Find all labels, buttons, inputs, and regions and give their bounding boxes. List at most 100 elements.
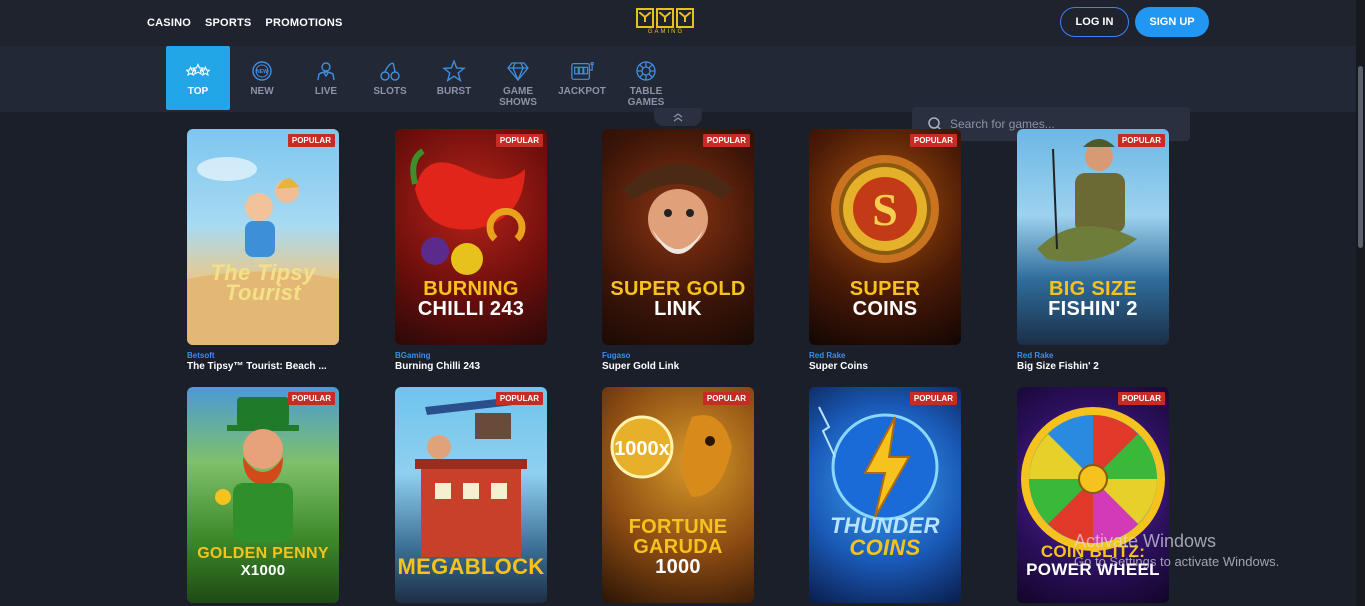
game-art-title: SUPER <box>849 278 921 300</box>
game-art-subtitle: COINS <box>849 535 921 560</box>
popular-badge: POPULAR <box>702 134 750 147</box>
watermark-title: Activate Windows <box>1074 531 1217 551</box>
game-art-title: SUPER GOLD <box>610 278 746 300</box>
game-thumbnail[interactable]: COIN BLITZ: POWER WHEEL POPULAR <box>1017 387 1169 603</box>
game-art-subtitle: X1000 <box>240 562 286 579</box>
signup-button[interactable]: SIGN UP <box>1135 7 1209 37</box>
game-card[interactable]: THUNDER COINS POPULAR <box>809 387 961 603</box>
category-game-shows[interactable]: GAME SHOWS <box>486 46 550 110</box>
game-card[interactable]: BIG SIZE FISHIN' 2 POPULAR Red Rake Big … <box>1017 129 1169 372</box>
category-burst[interactable]: BURST <box>422 46 486 110</box>
collapse-categories-button[interactable] <box>654 108 702 126</box>
category-top[interactable]: TOP <box>166 46 230 110</box>
logo-subtitle: GAMING <box>647 29 685 35</box>
popular-badge: POPULAR <box>287 392 335 405</box>
svg-text:S: S <box>872 184 898 235</box>
game-thumbnail[interactable]: S SUPER COINS POPULAR <box>809 129 961 345</box>
burst-star-icon <box>442 60 466 82</box>
game-card[interactable]: GOLDEN PENNY X1000 POPULAR <box>187 387 339 603</box>
game-card[interactable]: S SUPER COINS POPULAR Red Rake Super Coi… <box>809 129 961 372</box>
game-card[interactable]: The Tipsy Tourist POPULAR Betsoft The Ti… <box>187 129 339 372</box>
stars-icon <box>186 60 210 82</box>
svg-text:NEW: NEW <box>256 69 268 75</box>
logo-mark <box>636 8 696 28</box>
game-card[interactable]: SUPER GOLD LINK POPULAR Fugaso Super Gol… <box>602 129 754 372</box>
game-art-subtitle: LINK <box>654 298 702 320</box>
game-thumbnail[interactable]: BIG SIZE FISHIN' 2 POPULAR <box>1017 129 1169 345</box>
watermark-subtitle: Go to Settings to activate Windows. <box>1074 554 1280 569</box>
game-thumbnail[interactable]: GOLDEN PENNY X1000 POPULAR <box>187 387 339 603</box>
popular-badge: POPULAR <box>909 134 957 147</box>
game-art-title: GOLDEN PENNY <box>197 545 329 562</box>
game-art-subtitle: FISHIN' 2 <box>1048 298 1138 320</box>
dealer-icon <box>314 60 338 82</box>
thunder-coin-art <box>818 406 939 521</box>
nav-casino[interactable]: CASINO <box>147 17 191 29</box>
game-thumbnail[interactable]: MEGABLOCK POPULAR <box>395 387 547 603</box>
game-title: Super Gold Link <box>602 361 680 372</box>
game-card[interactable]: COIN BLITZ: POWER WHEEL POPULAR <box>1017 387 1169 603</box>
scrollbar-thumb[interactable] <box>1358 66 1363 248</box>
game-art-title: BIG SIZE <box>1049 278 1137 300</box>
game-card[interactable]: BURNING CHILLI 243 POPULAR BGaming Burni… <box>395 129 547 372</box>
game-thumbnail[interactable]: 1000x FORTUNE GARUDA 1000 POPULAR <box>602 387 754 603</box>
game-art-title: MEGABLOCK <box>397 554 545 579</box>
popular-badge: POPULAR <box>495 392 543 405</box>
game-art-title: BURNING <box>423 278 519 300</box>
nav-sports[interactable]: SPORTS <box>205 17 251 29</box>
popular-badge: POPULAR <box>287 134 335 147</box>
game-provider: BGaming <box>395 351 431 360</box>
category-label: BURST <box>436 86 472 97</box>
cherries-icon <box>378 60 402 82</box>
login-button[interactable]: LOG IN <box>1060 7 1129 37</box>
svg-text:1000x: 1000x <box>614 438 670 460</box>
game-art-subtitle: GARUDA <box>633 536 723 558</box>
game-card[interactable]: MEGABLOCK POPULAR <box>395 387 547 603</box>
slot-machine-icon <box>570 60 594 82</box>
game-provider: Betsoft <box>187 351 215 360</box>
new-badge-icon: NEW <box>250 60 274 82</box>
category-slots[interactable]: SLOTS <box>358 46 422 110</box>
category-live[interactable]: LIVE <box>294 46 358 110</box>
popular-badge: POPULAR <box>495 134 543 147</box>
double-chevron-up-icon <box>673 113 683 122</box>
category-label: SLOTS <box>373 86 407 97</box>
game-title: Super Coins <box>809 361 868 372</box>
category-jackpot[interactable]: JACKPOT <box>550 46 614 110</box>
popular-badge: POPULAR <box>702 392 750 405</box>
game-thumbnail[interactable]: THUNDER COINS POPULAR <box>809 387 961 603</box>
windows-activation-watermark: Activate Windows Go to Settings to activ… <box>1074 531 1279 569</box>
game-art-title: THUNDER <box>830 513 940 538</box>
game-provider: Red Rake <box>809 351 846 360</box>
game-art-title: FORTUNE <box>628 516 728 538</box>
category-label: GAME SHOWS <box>499 86 537 108</box>
popular-badge: POPULAR <box>1117 392 1165 405</box>
nav-promotions[interactable]: PROMOTIONS <box>265 17 342 29</box>
game-art-tagline: 1000 <box>655 556 701 578</box>
game-card[interactable]: 1000x FORTUNE GARUDA 1000 POPULAR <box>602 387 754 603</box>
game-title: Burning Chilli 243 <box>395 361 481 372</box>
category-label: TABLE GAMES <box>627 86 665 108</box>
tourist-art <box>187 157 339 345</box>
category-label: NEW <box>250 86 274 97</box>
game-provider: Red Rake <box>1017 351 1054 360</box>
site-logo[interactable]: GAMING <box>636 8 696 40</box>
popular-badge: POPULAR <box>1117 134 1165 147</box>
category-table-games[interactable]: TABLE GAMES <box>614 46 678 110</box>
game-thumbnail[interactable]: BURNING CHILLI 243 POPULAR <box>395 129 547 345</box>
diamond-icon <box>506 60 530 82</box>
category-bar: TOP NEW NEW LIVE SLOTS BURST GAME SHOWS <box>0 46 1356 141</box>
category-label: TOP <box>187 86 209 97</box>
game-art-subtitle: Tourist <box>225 280 301 305</box>
game-thumbnail[interactable]: SUPER GOLD LINK POPULAR <box>602 129 754 345</box>
game-provider: Fugaso <box>602 351 631 360</box>
category-label: LIVE <box>314 86 338 97</box>
top-bar: CASINO SPORTS PROMOTIONS GAMING LOG IN S… <box>0 0 1356 46</box>
game-thumbnail[interactable]: The Tipsy Tourist POPULAR <box>187 129 339 345</box>
category-new[interactable]: NEW NEW <box>230 46 294 110</box>
roulette-icon <box>634 60 658 82</box>
game-title: Big Size Fishin' 2 <box>1017 361 1099 372</box>
game-title: The Tipsy™ Tourist: Beach ... <box>187 361 327 372</box>
page-scrollbar[interactable] <box>1356 0 1365 606</box>
game-art-subtitle: CHILLI 243 <box>417 298 525 320</box>
